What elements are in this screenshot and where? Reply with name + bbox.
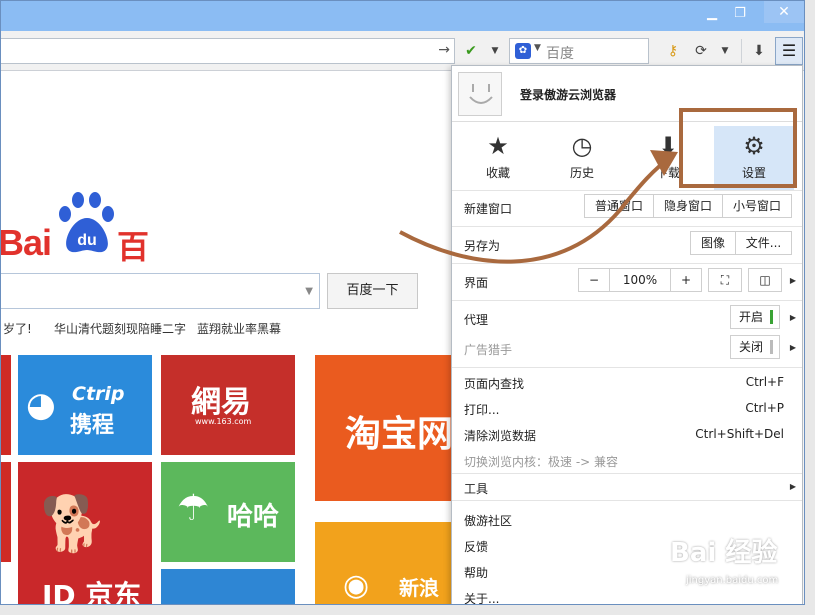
annotation-arrow-icon [399,150,678,264]
watermark: Bai 经验 [670,538,778,568]
watermark-url: jingyan.baidu.com [686,575,779,586]
